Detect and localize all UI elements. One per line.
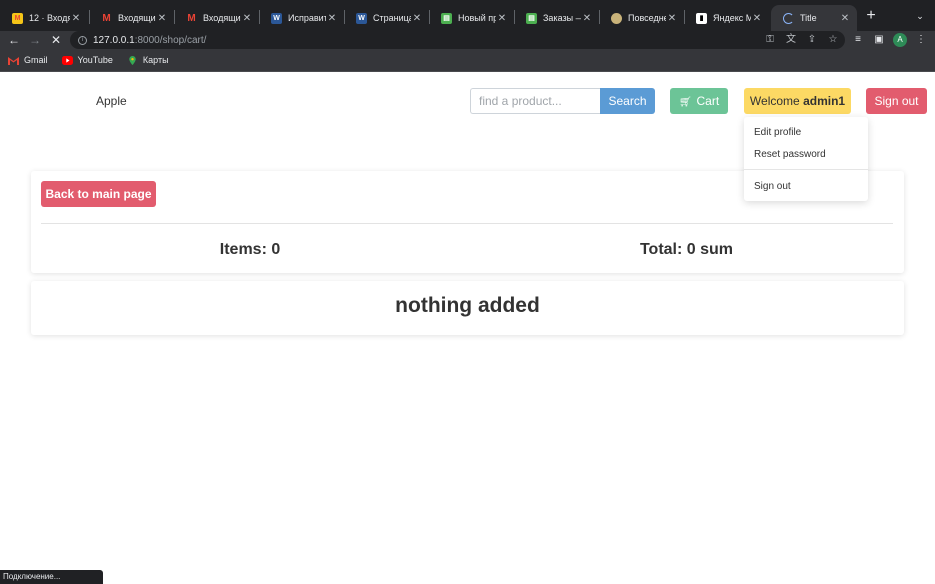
kebab-menu-icon[interactable]: ⋮	[914, 32, 928, 48]
user-menu-button[interactable]: Welcome admin1	[744, 88, 851, 114]
close-icon[interactable]: ✕	[241, 13, 253, 24]
bookmark-gmail[interactable]: Gmail	[8, 55, 48, 65]
close-icon[interactable]: ✕	[839, 13, 851, 24]
bookmark-star-icon[interactable]: ☆	[826, 32, 840, 48]
gmail-icon: M	[102, 12, 111, 24]
sheets-icon: ▤	[441, 12, 452, 24]
tab-title: Входящие	[203, 13, 241, 23]
url-path: :8000/shop/cart/	[134, 34, 207, 46]
close-icon[interactable]: ✕	[581, 13, 593, 24]
tab-title: 12 · Входящие	[29, 13, 70, 23]
gmail-icon: M	[12, 12, 23, 24]
bookmark-label: YouTube	[77, 55, 113, 65]
tab-title: Яндекс Му	[713, 13, 751, 23]
close-icon[interactable]: ✕	[70, 13, 82, 24]
cart-label: Cart	[696, 94, 720, 108]
profile-avatar[interactable]: A	[893, 33, 907, 47]
close-icon[interactable]: ✕	[496, 13, 508, 24]
translate-icon[interactable]: 文	[784, 32, 798, 48]
forward-arrow-icon[interactable]: →	[28, 31, 42, 49]
browser-tab[interactable]: W Страница ✕	[344, 5, 429, 31]
word-icon: W	[356, 12, 367, 24]
divider	[41, 223, 893, 224]
browser-tabstrip: M 12 · Входящие ✕ M Входящие ✕ M Входящи…	[0, 0, 935, 31]
browser-tab[interactable]: M Входящие ✕	[174, 5, 259, 31]
tab-title: Страница	[373, 13, 411, 23]
browser-tab[interactable]: M Входящие ✕	[89, 5, 174, 31]
loading-icon	[783, 12, 794, 24]
dropdown-divider	[744, 169, 868, 170]
bookmark-maps[interactable]: Карты	[127, 55, 169, 65]
stop-loading-icon[interactable]: ✕	[49, 31, 63, 49]
browser-tab[interactable]: W Исправить ✕	[259, 5, 344, 31]
chevron-down-icon[interactable]: ⌄	[912, 8, 928, 24]
empty-cart-message: nothing added	[395, 294, 540, 317]
browser-tab[interactable]: M 12 · Входящие ✕	[0, 5, 88, 31]
dropdown-signout-item[interactable]: Sign out	[754, 181, 791, 192]
url-host: 127.0.0.1	[93, 34, 135, 46]
close-icon[interactable]: ✕	[156, 13, 168, 24]
tab-title: Входящие	[118, 13, 156, 23]
cart-items-card: nothing added	[31, 281, 904, 335]
search-button[interactable]: Search	[600, 88, 655, 114]
edit-profile-item[interactable]: Edit profile	[754, 127, 801, 138]
brand-link[interactable]: Apple	[96, 94, 127, 108]
tab-title: Заказы —	[543, 13, 581, 23]
gmail-icon: M	[187, 12, 196, 24]
browser-tab[interactable]: ▤ Новый про ✕	[429, 5, 514, 31]
search-input[interactable]	[470, 88, 601, 114]
browser-toolbar: ← → ✕ i 127.0.0.1:8000/shop/cart/ ⚿ 文 ⇪ …	[0, 31, 935, 49]
back-arrow-icon[interactable]: ←	[7, 31, 21, 49]
bookmark-youtube[interactable]: YouTube	[61, 55, 113, 65]
user-dropdown-menu: Edit profile Reset password Sign out	[744, 117, 868, 201]
youtube-icon	[61, 55, 73, 65]
gmail-icon	[8, 56, 19, 65]
close-icon[interactable]: ✕	[326, 13, 338, 24]
browser-tab-active[interactable]: Title ✕	[771, 5, 857, 31]
cart-icon: 🛒︎	[678, 97, 692, 108]
new-tab-icon[interactable]: +	[862, 7, 880, 25]
tab-title: Исправить	[288, 13, 326, 23]
signout-button[interactable]: Sign out	[866, 88, 927, 114]
yandex-music-icon: ▮	[696, 12, 707, 24]
username: admin1	[803, 94, 846, 108]
key-icon[interactable]: ⚿	[763, 32, 777, 48]
welcome-label: Welcome	[749, 94, 804, 108]
bookmark-label: Карты	[142, 55, 169, 65]
browser-status-bar: Подключение...	[0, 570, 103, 584]
globe-icon	[611, 12, 622, 24]
tab-title: Повседнев	[628, 13, 666, 23]
share-icon[interactable]: ⇪	[805, 32, 819, 48]
word-icon: W	[271, 12, 282, 24]
browser-tab[interactable]: Повседнев ✕	[599, 5, 684, 31]
close-icon[interactable]: ✕	[751, 13, 763, 24]
tab-title: Title	[800, 13, 817, 23]
browser-tab[interactable]: ▤ Заказы — ✕	[514, 5, 599, 31]
bookmark-label: Gmail	[24, 55, 48, 65]
page-content: Apple Search 🛒︎ Cart Welcome admin1 Sign …	[0, 72, 935, 584]
back-to-main-button[interactable]: Back to main page	[41, 181, 156, 207]
bookmarks-bar: Gmail YouTube Карты	[0, 49, 935, 72]
close-icon[interactable]: ✕	[411, 13, 423, 24]
address-bar[interactable]: i 127.0.0.1:8000/shop/cart/	[70, 31, 845, 49]
items-count: Items: 0	[219, 241, 281, 258]
browser-tab[interactable]: ▮ Яндекс Му ✕	[684, 5, 769, 31]
info-icon[interactable]: i	[78, 35, 87, 45]
tab-title: Новый про	[458, 13, 496, 23]
close-icon[interactable]: ✕	[666, 13, 678, 24]
reset-password-item[interactable]: Reset password	[754, 149, 826, 160]
cart-button[interactable]: 🛒︎ Cart	[670, 88, 728, 114]
side-panel-icon[interactable]: ▣	[872, 32, 886, 48]
media-control-icon[interactable]: ≡	[851, 32, 865, 48]
total-sum: Total: 0 sum	[639, 241, 734, 258]
maps-icon	[127, 55, 138, 65]
sheets-icon: ▤	[526, 12, 537, 24]
